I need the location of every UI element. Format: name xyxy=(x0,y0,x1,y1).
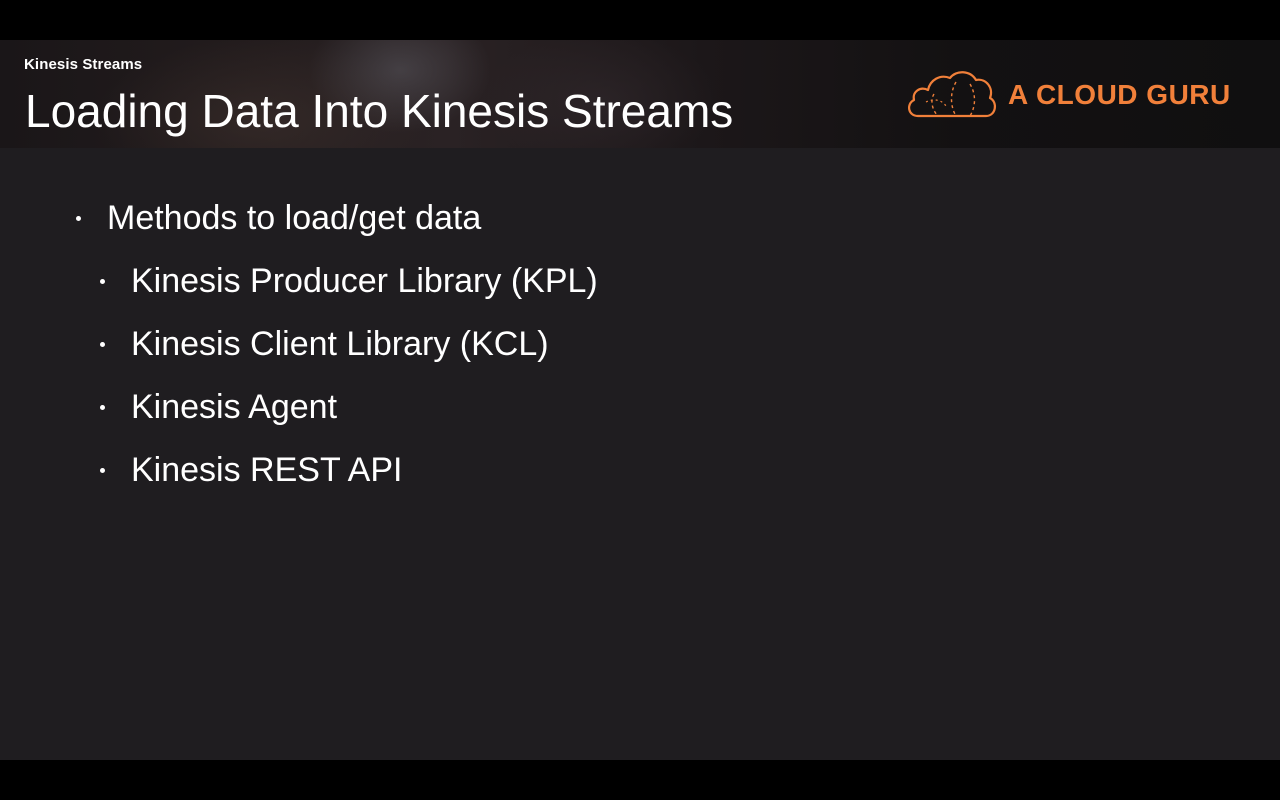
bullet-dot-icon xyxy=(100,342,105,347)
logo-text: A CLOUD GURU xyxy=(1008,79,1231,110)
bullet-item-methods: Methods to load/get data xyxy=(76,199,481,238)
bullet-item-kpl: Kinesis Producer Library (KPL) xyxy=(100,262,598,301)
bullet-item-kcl: Kinesis Client Library (KCL) xyxy=(100,325,549,364)
bullet-item-agent: Kinesis Agent xyxy=(100,388,337,427)
cloud-icon xyxy=(908,71,996,118)
slide-content: Methods to load/get data Kinesis Produce… xyxy=(0,188,1280,760)
bullet-dot-icon xyxy=(76,216,81,221)
bullet-dot-icon xyxy=(100,405,105,410)
bullet-text: Methods to load/get data xyxy=(107,199,482,237)
bullet-text: Kinesis Agent xyxy=(131,388,338,426)
bullet-item-rest-api: Kinesis REST API xyxy=(100,451,403,490)
bullet-text: Kinesis Client Library (KCL) xyxy=(131,325,549,363)
presentation-slide: Kinesis Streams Loading Data Into Kinesi… xyxy=(0,40,1280,760)
slide-title: Loading Data Into Kinesis Streams xyxy=(25,85,734,137)
section-label: Kinesis Streams xyxy=(24,56,143,73)
bullet-dot-icon xyxy=(100,468,105,473)
slide-header: Kinesis Streams Loading Data Into Kinesi… xyxy=(0,40,1280,148)
video-frame: Kinesis Streams Loading Data Into Kinesi… xyxy=(0,0,1280,800)
bullet-text: Kinesis Producer Library (KPL) xyxy=(131,262,598,300)
bullet-text: Kinesis REST API xyxy=(131,451,403,489)
bullet-dot-icon xyxy=(100,279,105,284)
a-cloud-guru-logo: A CLOUD GURU xyxy=(904,66,1244,124)
